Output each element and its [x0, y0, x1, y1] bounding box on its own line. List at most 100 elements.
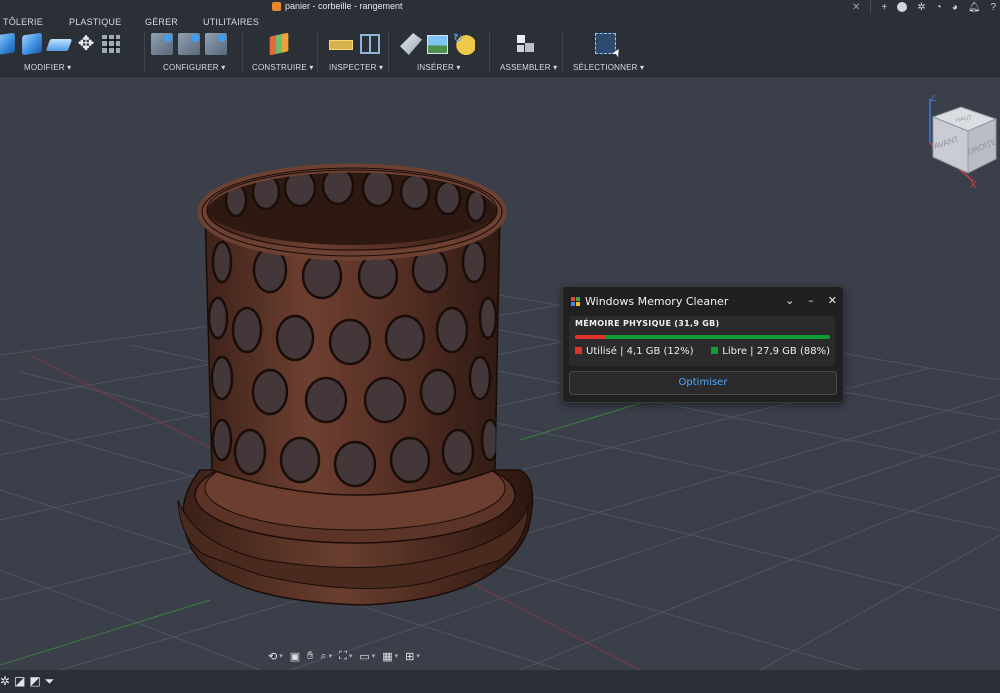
shell-icon[interactable]: [45, 39, 73, 51]
group-selectionner: SÉLECTIONNER ▾: [570, 31, 648, 76]
move-icon[interactable]: ✥: [75, 33, 97, 55]
divider: [144, 32, 145, 72]
divider: [242, 32, 243, 72]
divider: [489, 32, 490, 72]
divider: [870, 1, 872, 13]
selectionner-menu[interactable]: SÉLECTIONNER ▾: [573, 63, 644, 72]
fillet-icon[interactable]: [22, 32, 42, 56]
group-assembler: ASSEMBLER ▾: [498, 31, 560, 76]
help-circle-icon[interactable]: [897, 2, 908, 12]
modifier-menu[interactable]: MODIFIER ▾: [24, 63, 71, 72]
display-dropdown-icon[interactable]: ▾: [372, 652, 376, 660]
physical-memory-heading: MÉMOIRE PHYSIQUE (31,9 GB): [575, 319, 720, 328]
bell-icon[interactable]: 🔔︎: [968, 2, 981, 13]
insert-derive-icon[interactable]: [400, 33, 422, 55]
filter-icon[interactable]: ⏷: [45, 674, 55, 689]
look-at-icon[interactable]: ▣: [290, 650, 300, 663]
tab-gerer[interactable]: GÉRER: [145, 17, 178, 27]
view-cube[interactable]: Z X HAUT AVANT DROITE: [918, 93, 1000, 191]
orbit-icon[interactable]: ⟲: [268, 650, 277, 663]
configure-icon[interactable]: [151, 33, 173, 55]
settings-icon[interactable]: ✲: [0, 674, 10, 689]
memory-used-fill: [575, 335, 606, 339]
navigation-bar: ⟲ ▾ ▣ ✋︎ ⌕ ▾ ⛶ ▾ ▭ ▾ ▦ ▾ ⊞ ▾: [268, 647, 420, 665]
refresh-icon[interactable]: ◔: [936, 2, 942, 13]
timeline-bar: ✲ ◪ ◩ ⏷: [0, 670, 1000, 693]
section-analysis-icon[interactable]: [360, 34, 380, 54]
close-tab-icon[interactable]: ✕: [852, 2, 860, 13]
measure-icon[interactable]: [329, 40, 353, 50]
optimize-button[interactable]: Optimiser: [569, 371, 837, 395]
document-title-area: panier - corbeille - rangement: [272, 1, 403, 11]
tab-plastique[interactable]: PLASTIQUE: [69, 17, 121, 27]
scene: [0, 163, 1000, 670]
close-icon[interactable]: ✕: [828, 294, 837, 307]
add-icon[interactable]: +: [881, 2, 887, 13]
construct-plane-icon[interactable]: [269, 32, 289, 56]
3d-viewport[interactable]: [0, 77, 1000, 670]
used-color-swatch: [575, 347, 582, 354]
document-icon: [272, 1, 281, 11]
viewports-icon[interactable]: ⊞: [405, 650, 414, 663]
help-icon[interactable]: ?: [990, 2, 996, 13]
divider: [317, 32, 318, 72]
divider: [562, 32, 563, 72]
window-controls: ⌄ – ✕: [785, 294, 837, 307]
title-bar-actions: ✕ + ✲ ◔ ◕ 🔔︎ ?: [852, 0, 996, 14]
divider: [388, 32, 389, 72]
free-legend: Libre | 27,9 GB (88%): [711, 346, 830, 357]
memory-cleaner-titlebar: Windows Memory Cleaner: [571, 295, 728, 308]
grid-icon[interactable]: ▦: [382, 650, 392, 663]
group-inspecter: INSPECTER ▾: [326, 31, 386, 76]
window-select-icon[interactable]: [595, 33, 616, 54]
grid-dropdown-icon[interactable]: ▾: [395, 652, 399, 660]
used-label: Utilisé | 4,1 GB (12%): [586, 346, 694, 357]
app-logo-icon: [571, 296, 581, 307]
tab-tolerie[interactable]: TÔLERIE: [3, 17, 43, 27]
component-icon[interactable]: ◩: [29, 674, 40, 689]
title-bar: panier - corbeille - rangement ✕ + ✲ ◔ ◕…: [0, 0, 1000, 14]
zoom-icon[interactable]: ⌕: [320, 650, 326, 663]
memory-cleaner-window: Windows Memory Cleaner ⌄ – ✕ MÉMOIRE PHY…: [562, 286, 844, 403]
insert-canvas-icon[interactable]: [453, 31, 475, 55]
free-label: Libre | 27,9 GB (88%): [722, 346, 830, 357]
insert-image-icon[interactable]: [427, 35, 448, 54]
group-modifier: ✥ MODIFIER ▾: [0, 31, 144, 76]
configure-rule-icon[interactable]: [205, 33, 227, 55]
zoom-dropdown-icon[interactable]: ▾: [329, 652, 333, 660]
group-inserer: INSÉRER ▾: [398, 31, 488, 76]
memory-usage-bar: [575, 335, 830, 339]
tab-utilitaires[interactable]: UTILITAIRES: [203, 17, 259, 27]
inserer-menu[interactable]: INSÉRER ▾: [417, 63, 461, 72]
fit-dropdown-icon[interactable]: ▾: [349, 652, 353, 660]
fit-icon[interactable]: ⛶: [339, 650, 347, 663]
pan-icon[interactable]: ✋︎: [307, 650, 313, 663]
press-pull-icon[interactable]: [0, 32, 15, 56]
construire-menu[interactable]: CONSTRUIRE ▾: [252, 63, 314, 72]
display-icon[interactable]: ▭: [359, 650, 369, 663]
free-color-swatch: [711, 347, 719, 354]
document-title: panier - corbeille - rangement: [285, 1, 403, 11]
axis-z-label: Z: [930, 95, 936, 104]
loading-icon[interactable]: ✲: [917, 2, 925, 13]
viewports-dropdown-icon[interactable]: ▾: [416, 652, 420, 660]
configurer-menu[interactable]: CONFIGURER ▾: [163, 63, 225, 72]
view-cube-graphic: Z X HAUT AVANT DROITE: [929, 93, 998, 191]
toolbar-ribbon: TÔLERIE PLASTIQUE GÉRER UTILITAIRES ✥ MO…: [0, 14, 1000, 77]
timeline-icons: ✲ ◪ ◩ ⏷: [0, 674, 54, 689]
group-configurer: CONFIGURER ▾: [151, 31, 239, 76]
inspecter-menu[interactable]: INSPECTER ▾: [329, 63, 383, 72]
physical-memory-panel: MÉMOIRE PHYSIQUE (31,9 GB) Utilisé | 4,1…: [569, 316, 835, 366]
memory-cleaner-title: Windows Memory Cleaner: [585, 295, 729, 308]
chevron-down-icon[interactable]: ⌄: [785, 294, 794, 307]
align-icon[interactable]: [102, 35, 120, 53]
configure-table-icon[interactable]: [178, 33, 200, 55]
minimize-icon[interactable]: –: [808, 294, 814, 307]
basket-body: [197, 163, 507, 496]
body-icon[interactable]: ◪: [14, 674, 25, 689]
joint-icon[interactable]: [515, 33, 537, 55]
orbit-dropdown-icon[interactable]: ▾: [279, 652, 283, 660]
group-construire: CONSTRUIRE ▾: [250, 31, 314, 76]
assembler-menu[interactable]: ASSEMBLER ▾: [500, 63, 557, 72]
notifications-icon[interactable]: ◕: [952, 2, 958, 13]
